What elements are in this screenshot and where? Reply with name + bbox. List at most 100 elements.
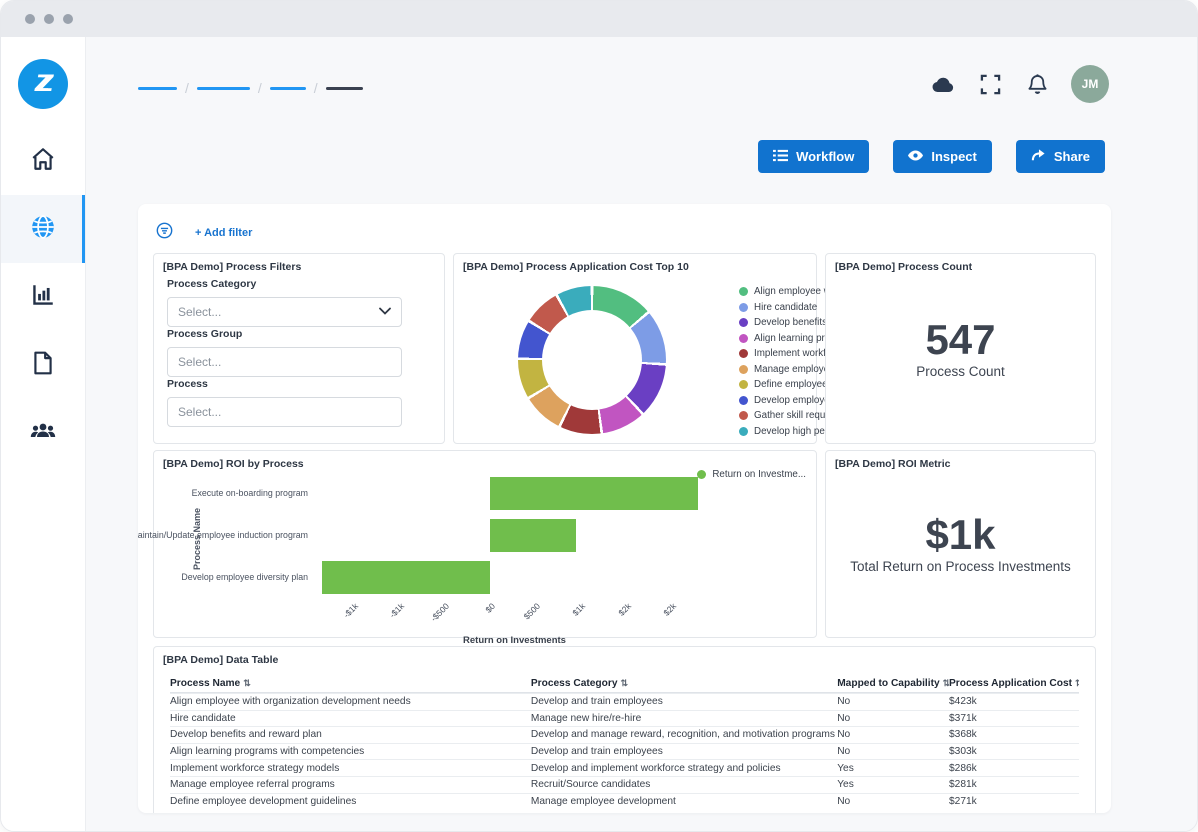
roi-by-process-panel: [BPA Demo] ROI by Process Return on Inve… [153,450,817,638]
eye-icon [908,148,923,166]
legend-dot [739,411,748,420]
data-table-panel: [BPA Demo] Data Table Process Name⇅Proce… [153,646,1096,813]
breadcrumb-separator: / [314,80,318,96]
table-header-process-application-cost[interactable]: Process Application Cost⇅ [949,678,1079,689]
process-count-label: Process Count [826,364,1095,379]
roi-bar[interactable] [322,561,490,594]
sidebar-item-explore[interactable] [1,195,85,263]
app-logo[interactable]: ZZ [18,59,68,109]
roi-category-label: Execute on-boarding program [138,488,308,498]
legend-dot [739,303,748,312]
roi-tick-label: -$1k [342,601,361,620]
sidebar-item-users[interactable] [1,399,85,467]
roi-bar[interactable] [490,519,576,552]
filter-select[interactable]: Select... [167,397,402,427]
roi-bar[interactable] [490,477,699,510]
table-row: Align learning programs with competencie… [170,743,1079,760]
table-row: Develop benefits and reward planDevelop … [170,726,1079,743]
table-cell: Define employee development guidelines [170,796,531,807]
filter-field-process-group: Process Group Select... [167,328,402,377]
avatar[interactable]: JM [1071,65,1109,103]
filter-icon[interactable] [156,222,173,244]
roi-category-label: Develop employee diversity plan [138,572,308,582]
inspect-button[interactable]: Inspect [893,140,992,173]
roi-metric-label: Total Return on Process Investments [826,559,1095,574]
table-cell: Develop and manage reward, recognition, … [531,729,837,740]
table-cell: Yes [837,763,949,774]
legend-dot [739,334,748,343]
table-row: Manage employee referral programsRecruit… [170,776,1079,793]
fullscreen-icon[interactable] [977,71,1003,97]
table-row: Align employee with organization develop… [170,693,1079,710]
table-cell: $286k [949,763,1079,774]
process-count-panel: [BPA Demo] Process Count 547 Process Cou… [825,253,1096,444]
dashboard-card: + Add filter [BPA Demo] Process Filters … [138,204,1111,813]
table-cell: Manage new hire/re-hire [531,713,837,724]
panel-title: [BPA Demo] ROI by Process [163,458,304,470]
roi-tick-label: -$1k [387,601,406,620]
filter-select[interactable]: Select... [167,347,402,377]
breadcrumb-segment[interactable] [138,87,177,90]
filter-field-label: Process [167,378,402,390]
table-header-mapped-to-capability[interactable]: Mapped to Capability⇅ [837,678,949,689]
window-control-dot[interactable] [44,14,54,24]
table-header-process-name[interactable]: Process Name⇅ [170,678,531,689]
table-cell: Develop and train employees [531,746,837,757]
legend-dot [739,349,748,358]
list-icon [773,148,788,166]
breadcrumb-segment[interactable] [326,87,363,90]
table-cell: $423k [949,696,1079,707]
workflow-button[interactable]: Workflow [758,140,869,173]
share-icon [1031,148,1046,166]
table-cell: $281k [949,779,1079,790]
table-cell: $368k [949,729,1079,740]
breadcrumb-separator: / [258,80,262,96]
action-buttons: Workflow Inspect Share [758,140,1105,173]
data-table: Process Name⇅Process Category⇅Mapped to … [170,675,1079,809]
add-filter-button[interactable]: + Add filter [195,227,252,239]
roi-tick-label: $0 [483,601,497,615]
sidebar-nav [1,127,85,467]
window-control-dot[interactable] [63,14,73,24]
table-cell: No [837,796,949,807]
sort-icon: ⇅ [621,678,629,688]
cost-top10-panel: [BPA Demo] Process Application Cost Top … [453,253,817,444]
sort-icon: ⇅ [243,678,251,688]
filter-select[interactable]: Select... [167,297,402,327]
document-icon [30,350,56,381]
logo-letter: Z [39,70,52,98]
table-cell: Yes [837,779,949,790]
cloud-icon[interactable] [930,71,956,97]
breadcrumb-segment[interactable] [197,87,250,90]
bell-icon[interactable] [1024,71,1050,97]
sidebar-item-home[interactable] [1,127,85,195]
table-row: Define employee development guidelinesMa… [170,793,1079,810]
filter-field-process: Process Select... [167,378,402,427]
roi-tick-label: $2k [616,601,633,618]
header-icons: JM [930,65,1109,103]
roi-legend-item[interactable]: Return on Investme... [697,469,806,480]
window-title-bar [1,1,1197,37]
breadcrumb-separator: / [185,80,189,96]
breadcrumb-segment[interactable] [270,87,306,90]
table-cell: Implement workforce strategy models [170,763,531,774]
sidebar-item-documents[interactable] [1,331,85,399]
workflow-button-label: Workflow [796,149,854,164]
window-control-dot[interactable] [25,14,35,24]
share-button[interactable]: Share [1016,140,1105,173]
sidebar-item-reports[interactable] [1,263,85,331]
users-icon [30,418,56,449]
table-header-process-category[interactable]: Process Category⇅ [531,678,837,689]
roi-category-label: Maintain/Update employee induction progr… [138,530,308,540]
roi-tick-label: $2k [661,601,678,618]
chevron-down-icon [379,305,391,320]
donut-chart[interactable] [518,286,666,434]
table-cell: Recruit/Source candidates [531,779,837,790]
sidebar: ZZ [1,37,86,831]
inspect-button-label: Inspect [931,149,977,164]
legend-dot [739,287,748,296]
filter-field-label: Process Group [167,328,402,340]
breadcrumb: / / / [138,80,363,96]
legend-dot [739,318,748,327]
table-cell: Manage employee referral programs [170,779,531,790]
